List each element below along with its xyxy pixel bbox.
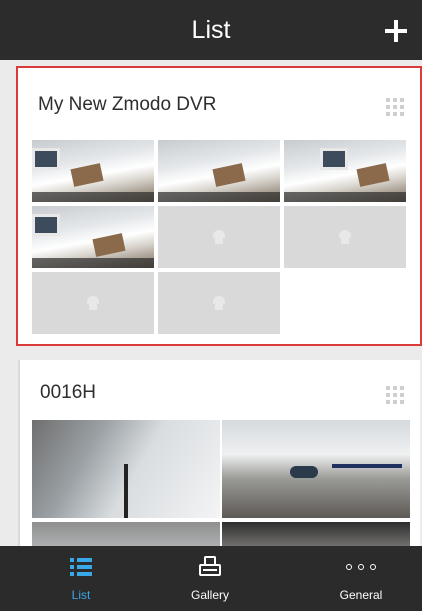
tab-list[interactable]: List [26, 546, 136, 611]
channel-thumbnail[interactable] [32, 420, 220, 518]
tab-label: Gallery [190, 588, 229, 602]
grid-dots-icon[interactable] [386, 386, 404, 404]
tab-label: List [71, 588, 91, 602]
device-name: 0016H [40, 382, 96, 403]
tab-label: General [339, 588, 383, 602]
empty-channel-slot[interactable] [158, 272, 280, 334]
channel-grid [32, 140, 408, 336]
channel-thumbnail[interactable] [158, 140, 280, 202]
bottom-tab-bar: List Gallery General [0, 546, 422, 611]
add-device-button plus-icon[interactable] [376, 10, 414, 50]
device-name: My New Zmodo DVR [38, 94, 217, 115]
device-card[interactable]: My New Zmodo DVR [16, 66, 422, 346]
channel-thumbnail[interactable] [222, 420, 410, 518]
page-title: List [191, 16, 231, 44]
empty-channel-slot[interactable] [32, 272, 154, 334]
channel-thumbnail[interactable] [32, 140, 154, 202]
channel-thumbnail[interactable] [284, 140, 406, 202]
camera-placeholder-icon [212, 296, 226, 310]
empty-channel-slot[interactable] [158, 206, 280, 268]
camera-placeholder-icon [86, 296, 100, 310]
camera-placeholder-icon [212, 230, 226, 244]
device-card[interactable]: 0016H [18, 360, 420, 546]
more-dots-icon [346, 564, 376, 572]
channel-thumbnail[interactable] [222, 522, 410, 546]
list-icon [70, 556, 92, 578]
tab-general[interactable]: General [306, 546, 416, 611]
channel-thumbnail[interactable] [32, 522, 220, 546]
device-list[interactable]: My New Zmodo DVR 0016H [0, 60, 422, 546]
gallery-icon [199, 556, 221, 578]
empty-channel-slot[interactable] [284, 206, 406, 268]
channel-thumbnail[interactable] [32, 206, 154, 268]
grid-dots-icon[interactable] [386, 98, 404, 116]
camera-placeholder-icon [338, 230, 352, 244]
app-header: List [0, 0, 422, 60]
tab-gallery[interactable]: Gallery [155, 546, 265, 611]
